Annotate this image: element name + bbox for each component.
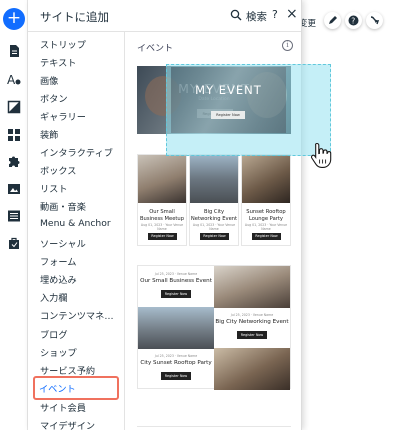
background-icon[interactable] — [7, 100, 21, 114]
edit-design-button[interactable] — [324, 12, 341, 29]
category-item[interactable]: ボックス — [40, 163, 122, 177]
event-name: Big City Networking Event — [190, 209, 238, 222]
left-toolbar: + A — [0, 0, 28, 430]
event-card: Big City Networking Event Aug 01, 2023 · … — [189, 154, 239, 246]
close-icon[interactable]: × — [286, 6, 298, 22]
category-item[interactable]: 画像 — [40, 73, 122, 87]
category-item[interactable]: テキスト — [40, 55, 122, 69]
drag-preview: MY EVENT Register Now — [166, 64, 331, 156]
event-grid-preset[interactable]: Our Small Business Meetup Aug 01, 2023 · … — [137, 154, 291, 246]
search-icon[interactable] — [230, 9, 242, 21]
event-photo — [190, 155, 238, 203]
cms-icon[interactable] — [7, 209, 21, 223]
connect-icon — [370, 16, 380, 25]
hand-cursor-icon — [310, 142, 332, 168]
search-label[interactable]: 検索 — [246, 9, 267, 24]
pen-icon — [329, 16, 337, 24]
panel-title: サイトに追加 — [40, 10, 109, 24]
question-icon: ? — [348, 15, 359, 26]
help-icon[interactable]: ? — [272, 8, 278, 21]
category-item[interactable]: 装飾 — [40, 127, 122, 141]
category-item[interactable]: 入力欄 — [40, 290, 122, 304]
event-name: Our Small Business Event — [140, 278, 212, 284]
category-item[interactable]: ブログ — [40, 327, 122, 341]
category-item[interactable]: マイデザイン — [40, 418, 122, 430]
event-photo — [242, 155, 290, 203]
event-name: Our Small Business Meetup — [140, 209, 184, 222]
event-date: Aug 01, 2023 · Your Venue Name — [244, 223, 288, 231]
event-photo — [214, 348, 290, 390]
panel-header: サイトに追加 検索 ? × — [28, 0, 301, 32]
help-button[interactable]: ? — [345, 12, 362, 29]
register-button: Register Now — [161, 372, 191, 380]
category-item[interactable]: サービス予約 — [40, 363, 122, 377]
event-preset-partial[interactable] — [137, 426, 291, 430]
register-button: Register Now — [200, 233, 229, 240]
connect-button[interactable] — [366, 12, 383, 29]
category-item[interactable]: インタラクティブ — [40, 145, 122, 159]
category-item[interactable]: リスト — [40, 181, 122, 195]
event-date: Aug 01, 2023 · Your Venue Name — [140, 223, 184, 231]
category-item[interactable]: 動画・音楽 — [40, 199, 122, 213]
drag-preview-title: MY EVENT — [195, 83, 262, 97]
category-item[interactable]: ボタン — [40, 91, 122, 105]
event-text: Jul 25, 2023 · Venue Name Big City Networ… — [214, 307, 290, 349]
category-item[interactable]: Menu & Anchor — [40, 218, 122, 229]
category-item[interactable]: フォーム — [40, 254, 122, 268]
event-date: Aug 01, 2023 · Your Venue Name — [192, 223, 236, 231]
event-row: Jul 25, 2023 · Venue Name Our Small Busin… — [138, 266, 290, 308]
event-date: Jul 25, 2023 · Venue Name — [230, 313, 274, 317]
drag-preview-button: Register Now — [211, 111, 245, 119]
category-item[interactable]: ソーシャル — [40, 236, 122, 250]
category-item[interactable]: イベント — [33, 376, 119, 400]
category-item[interactable]: ストリップ — [40, 37, 122, 51]
editor-screen: + A 変更 ? サイトに追加 検索 ? × ストリップ テキスト 画像 ボタン ギャラ… — [0, 0, 400, 430]
event-name: Sunset Rooftop Lounge Party — [246, 209, 286, 222]
svg-text:A: A — [7, 73, 16, 86]
theme-icon[interactable]: A — [7, 72, 21, 86]
puzzle-icon[interactable] — [7, 155, 21, 169]
category-item[interactable]: コンテンツマネージ... — [40, 308, 122, 322]
category-item[interactable]: ギャラリー — [40, 109, 122, 123]
register-button: Register Now — [161, 290, 191, 298]
register-button: Register Now — [148, 233, 177, 240]
event-photo — [138, 307, 214, 349]
event-photo — [214, 266, 290, 308]
svg-text:?: ? — [351, 16, 355, 25]
register-button: Register Now — [252, 233, 281, 240]
category-item[interactable]: 埋め込み — [40, 272, 122, 286]
register-button: Register Now — [237, 331, 267, 339]
event-text: Jul 25, 2023 · Venue Name City Sunset Roo… — [138, 348, 214, 390]
event-date: Jul 25, 2023 · Venue Name — [154, 272, 198, 276]
category-item[interactable]: ショップ — [40, 345, 122, 359]
event-row: Jul 25, 2023 · Venue Name Big City Networ… — [138, 307, 290, 349]
event-list-preset[interactable]: Jul 25, 2023 · Venue Name Our Small Busin… — [137, 265, 291, 390]
business-icon[interactable] — [7, 236, 21, 250]
category-item[interactable]: サイト会員 — [40, 400, 122, 414]
event-photo — [138, 155, 186, 203]
event-name: City Sunset Rooftop Party — [140, 360, 212, 366]
apps-grid-icon[interactable] — [7, 128, 21, 142]
pages-icon[interactable] — [7, 44, 21, 58]
event-name: Big City Networking Event — [215, 319, 289, 325]
event-card: Our Small Business Meetup Aug 01, 2023 · … — [137, 154, 187, 246]
event-text: Jul 25, 2023 · Venue Name Our Small Busin… — [138, 266, 214, 308]
event-card: Sunset Rooftop Lounge Party Aug 01, 2023 … — [241, 154, 291, 246]
media-icon[interactable] — [7, 182, 21, 196]
category-list: ストリップテキスト画像ボタンギャラリー装飾インタラクティブ ボックスリスト動画・音… — [28, 32, 125, 430]
info-icon[interactable]: i — [282, 40, 293, 51]
event-row: Jul 25, 2023 · Venue Name City Sunset Roo… — [138, 348, 290, 390]
add-elements-button[interactable]: + — [3, 8, 25, 30]
section-title: イベント — [137, 44, 174, 54]
event-date: Jul 25, 2023 · Venue Name — [154, 354, 198, 358]
